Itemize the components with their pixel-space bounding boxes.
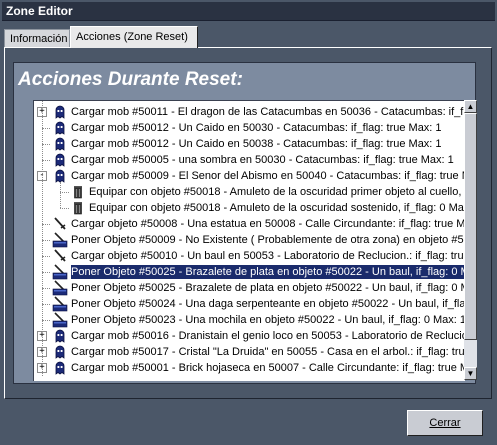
tree-item-label: Equipar con objeto #50018 - Amuleto de l… [89, 202, 465, 214]
close-button[interactable]: Cerrar [407, 410, 483, 436]
tree-vertical-scrollbar[interactable]: ▲ ▼ [464, 100, 477, 380]
tree-item[interactable]: - Cargar mob #50009 - El Senor del Abismo… [34, 168, 465, 184]
tab-informacion[interactable]: Información [4, 29, 70, 47]
tree-connector [42, 304, 50, 305]
tree-item[interactable]: Poner Objeto #50009 - No Existente ( Pro… [34, 232, 465, 248]
tree-item[interactable]: Poner Objeto #50025 - Brazalete de plata… [34, 264, 465, 280]
tree-trunk-line [42, 101, 43, 376]
tree-connector [60, 208, 69, 209]
zone-editor-window: Zone Editor Información Acciones (Zone R… [0, 0, 497, 445]
tree-item[interactable]: + Cargar mob #50016 - Dranistain el genio… [34, 328, 465, 344]
sword-box-icon [52, 312, 68, 328]
tree-item[interactable]: + Cargar mob #50017 - Cristal "La Druida"… [34, 344, 465, 360]
tree-item-label: Cargar mob #50005 - una sombra en 50030 … [71, 154, 454, 166]
tree-item[interactable]: Poner Objeto #50023 - Una mochila en obj… [34, 312, 465, 328]
ghost-icon [52, 104, 68, 120]
reset-actions-tree[interactable]: + Cargar mob #50011 - El dragon de las Ca… [33, 100, 465, 381]
scroll-up-button[interactable]: ▲ [464, 100, 477, 113]
tree-item-label: Cargar mob #50012 - Un Caido en 50038 - … [71, 138, 442, 150]
tree-connector [42, 160, 50, 161]
tree-item[interactable]: + Cargar mob #50001 - Brick hojaseca en 5… [34, 360, 465, 376]
title-bar[interactable]: Zone Editor [2, 2, 495, 21]
ghost-icon [52, 120, 68, 136]
tree-connector [42, 224, 50, 225]
tree-item[interactable]: Cargar mob #50012 - Un Caido en 50030 - … [34, 120, 465, 136]
tree-item[interactable]: Cargar mob #50012 - Un Caido en 50038 - … [34, 136, 465, 152]
tree-item-label: Cargar mob #50016 - Dranistain el genio … [71, 330, 465, 342]
tab-acciones-zone-reset[interactable]: Acciones (Zone Reset) [70, 26, 198, 48]
tree-connector [42, 256, 50, 257]
ghost-icon [52, 152, 68, 168]
ghost-icon [52, 360, 68, 376]
tree-item-label: Poner Objeto #50023 - Una mochila en obj… [71, 314, 465, 326]
tree-item[interactable]: Cargar objeto #50010 - Un baul en 50053 … [34, 248, 465, 264]
tree-item-label: Poner Objeto #50024 - Una daga serpentea… [71, 298, 465, 310]
sword-box-icon [52, 280, 68, 296]
tree-item-label: Cargar mob #50009 - El Senor del Abismo … [71, 170, 465, 182]
tree-item-label: Cargar objeto #50008 - Una estatua en 50… [71, 218, 465, 230]
tree-item-label: Cargar objeto #50010 - Un baul en 50053 … [71, 250, 465, 262]
tree-connector [60, 192, 69, 193]
tree-connector [42, 320, 50, 321]
tree-item[interactable]: + Cargar mob #50011 - El dragon de las Ca… [34, 104, 465, 120]
tree-item[interactable]: Poner Objeto #50025 - Brazalete de plata… [34, 280, 465, 296]
trash-icon [70, 200, 86, 216]
sword-box-icon [52, 232, 68, 248]
tree-item-label: Poner Objeto #50025 - Brazalete de plata… [71, 282, 465, 294]
sword-icon [52, 248, 68, 264]
tree-item-label: Poner Objeto #50025 - Brazalete de plata… [70, 264, 465, 280]
tree-connector [42, 240, 50, 241]
scroll-thumb[interactable] [464, 113, 477, 340]
trash-icon [70, 184, 86, 200]
tree-item[interactable]: Poner Objeto #50024 - Una daga serpentea… [34, 296, 465, 312]
sword-box-icon [52, 296, 68, 312]
tree-item[interactable]: Cargar objeto #50008 - Una estatua en 50… [34, 216, 465, 232]
sword-box-icon [52, 264, 68, 280]
ghost-icon [52, 344, 68, 360]
tree-item-label: Cargar mob #50012 - Un Caido en 50030 - … [71, 122, 442, 134]
tree-connector [42, 288, 50, 289]
actions-header-title: Acciones Durante Reset: [18, 69, 243, 90]
ghost-icon [52, 136, 68, 152]
tree-item-label: Cargar mob #50017 - Cristal "La Druida" … [71, 346, 465, 358]
tree-connector [42, 272, 50, 273]
tab-strip: Información Acciones (Zone Reset) [4, 26, 494, 48]
tree-item[interactable]: Equipar con objeto #50018 - Amuleto de l… [34, 200, 465, 216]
tree-child-line [60, 182, 61, 208]
tree-connector [42, 144, 50, 145]
tree-item-label: Equipar con objeto #50018 - Amuleto de l… [89, 186, 465, 198]
tree-item-label: Cargar mob #50011 - El dragon de las Cat… [71, 106, 465, 118]
window-title: Zone Editor [6, 4, 73, 18]
ghost-icon [52, 328, 68, 344]
tree-item-label: Poner Objeto #50009 - No Existente ( Pro… [71, 234, 465, 246]
tree-item[interactable]: Equipar con objeto #50018 - Amuleto de l… [34, 184, 465, 200]
tree-connector [42, 128, 50, 129]
sword-icon [52, 216, 68, 232]
tree-item-label: Cargar mob #50001 - Brick hojaseca en 50… [71, 362, 465, 374]
scroll-down-button[interactable]: ▼ [464, 367, 477, 380]
close-button-label: Cerrar [429, 417, 461, 429]
tree-item[interactable]: Cargar mob #50005 - una sombra en 50030 … [34, 152, 465, 168]
